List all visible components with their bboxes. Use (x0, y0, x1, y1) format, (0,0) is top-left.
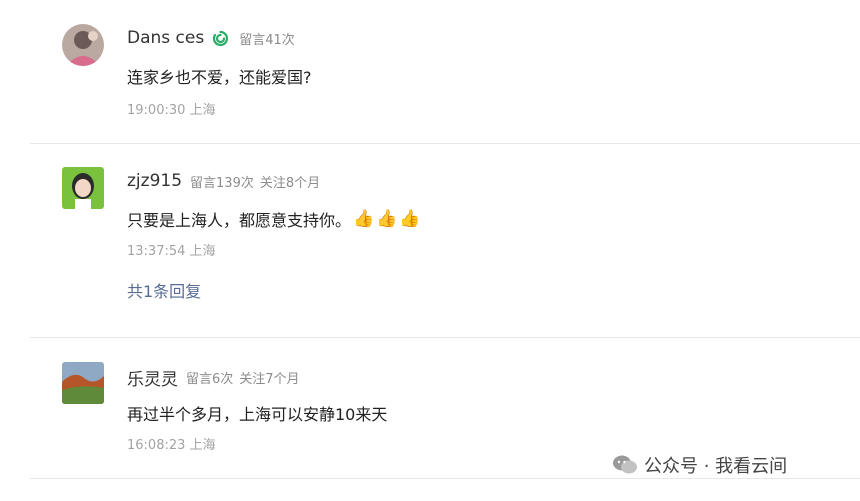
comment-time: 19:00:30 上海 (127, 103, 216, 118)
username[interactable]: zjz915 (127, 171, 182, 191)
user-avatar[interactable] (62, 24, 104, 66)
comment-time: 13:37:54 上海 (127, 244, 216, 259)
watermark: 公众号 · 我看云间 (612, 452, 787, 478)
user-avatar[interactable] (62, 362, 104, 404)
verified-badge-icon (212, 30, 229, 47)
comment-count: 留言41次 (239, 32, 295, 48)
comment-text: 再过半个多月，上海可以安静10来天 (127, 405, 388, 424)
comment-text: 连家乡也不爱，还能爱国? (127, 68, 312, 87)
thumbs-up-icon: 👍 (353, 209, 375, 229)
thumbs-up-icon: 👍 (376, 209, 398, 229)
comment-item: zjz915 留言139次 关注8个月 只要是上海人，都愿意支持你。 👍 👍 👍… (0, 144, 860, 337)
username[interactable]: 乐灵灵 (127, 365, 178, 390)
comment-item: Dans ces 留言41次 连家乡也不爱，还能爱国? 19:00:30 上海 (0, 0, 860, 143)
watermark-text: 公众号 · 我看云间 (644, 456, 788, 477)
view-replies-link[interactable]: 共1条回复 (127, 278, 201, 302)
comment-time: 16:08:23 上海 (127, 438, 216, 453)
thumbs-up-icon: 👍 (399, 209, 421, 229)
follow-duration: 关注8个月 (259, 175, 321, 191)
comment-text: 只要是上海人，都愿意支持你。 (127, 211, 352, 230)
username[interactable]: Dans ces (127, 28, 204, 48)
user-avatar[interactable] (62, 167, 104, 209)
divider (30, 478, 860, 479)
follow-duration: 关注7个月 (239, 372, 300, 387)
comment-count: 留言6次 (186, 372, 234, 387)
wechat-icon (612, 454, 638, 476)
comment-count: 留言139次 (190, 175, 254, 191)
